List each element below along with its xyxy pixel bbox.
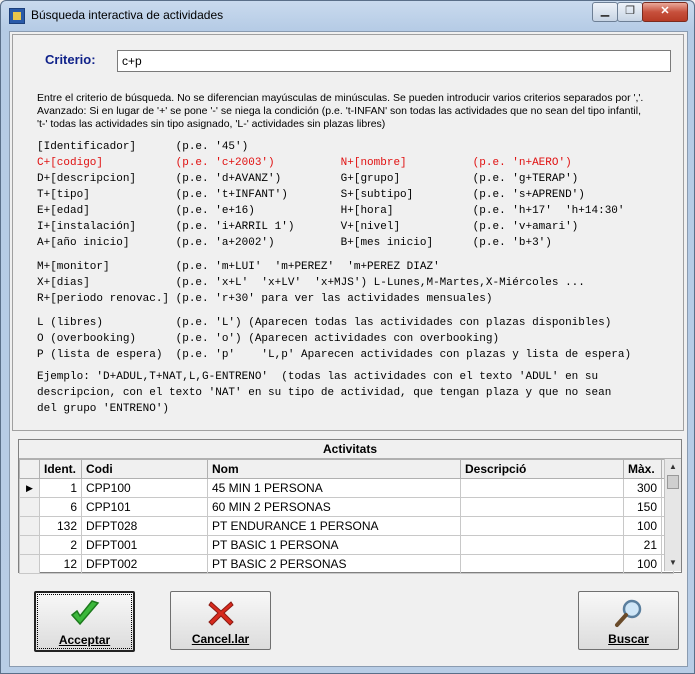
cell-max: 300 xyxy=(623,478,662,498)
code-line-libres: L (libres) (p.e. 'L') (Aparecen todas la… xyxy=(37,317,612,329)
grid-title: Activitats xyxy=(19,440,681,459)
app-icon xyxy=(9,8,25,24)
column-header-ident[interactable]: Ident. xyxy=(39,459,82,479)
title-bar[interactable]: Búsqueda interactiva de actividades ▁ ❐ … xyxy=(1,1,694,29)
table-row[interactable]: 6 CPP101 60 MIN 2 PERSONAS 150 xyxy=(19,497,675,517)
dialog-window: Búsqueda interactiva de actividades ▁ ❐ … xyxy=(0,0,695,674)
code-line-overbooking: O (overbooking) (p.e. 'o') (Aparecen act… xyxy=(37,333,500,345)
cell-nom: PT BASIC 1 PERSONA xyxy=(207,535,461,555)
search-button[interactable]: Buscar xyxy=(578,591,679,650)
scroll-thumb[interactable] xyxy=(667,475,679,489)
cancel-button-label: Cancel.lar xyxy=(191,632,250,646)
code-line-edad: E+[edad] (p.e. 'e+16) H+[hora] (p.e. 'h+… xyxy=(37,205,638,217)
scroll-down-arrow-icon[interactable]: ▼ xyxy=(665,555,681,571)
code-line-lista-espera: P (lista de espera) (p.e. 'p' 'L,p' Apar… xyxy=(37,349,632,361)
red-x-icon xyxy=(207,601,234,626)
search-button-label: Buscar xyxy=(608,632,649,646)
example-line: descripcion, con el texto 'NAT' en su ti… xyxy=(37,387,612,399)
cell-codi: DFPT002 xyxy=(81,554,208,574)
code-line-descripcion: D+[descripcion] (p.e. 'd+AVANZ') G+[grup… xyxy=(37,173,579,185)
code-line-ano-inicio: A+[año inicio] (p.e. 'a+2002') B+[mes in… xyxy=(37,237,552,249)
cell-descripcio xyxy=(460,516,624,536)
cancel-button[interactable]: Cancel.lar xyxy=(170,591,271,650)
criterio-label: Criterio: xyxy=(45,52,96,67)
table-row[interactable]: 12 DFPT002 PT BASIC 2 PERSONAS 100 xyxy=(19,554,675,574)
close-button[interactable]: ✕ xyxy=(642,2,688,22)
row-indicator xyxy=(19,535,40,555)
magnifier-icon xyxy=(614,599,641,627)
cell-descripcio xyxy=(460,535,624,555)
cell-descripcio xyxy=(460,497,624,517)
window-title: Búsqueda interactiva de actividades xyxy=(31,8,224,22)
table-row[interactable]: 132 DFPT028 PT ENDURANCE 1 PERSONA 100 xyxy=(19,516,675,536)
code-line-tipo: T+[tipo] (p.e. 't+INFANT') S+[subtipo] (… xyxy=(37,189,585,201)
grid-vertical-scrollbar[interactable]: ▲ ▼ xyxy=(664,459,681,571)
cell-nom: 60 MIN 2 PERSONAS xyxy=(207,497,461,517)
row-indicator xyxy=(19,554,40,574)
current-row-arrow-icon: ▶ xyxy=(19,478,40,498)
row-indicator xyxy=(19,497,40,517)
row-indicator-header xyxy=(19,459,40,479)
code-line-dias: X+[dias] (p.e. 'x+L' 'x+LV' 'x+MJS') L-L… xyxy=(37,277,585,289)
maximize-button[interactable]: ❐ xyxy=(617,2,643,22)
cell-descripcio xyxy=(460,554,624,574)
checkmark-icon xyxy=(70,600,99,626)
cell-descripcio xyxy=(460,478,624,498)
cell-ident: 1 xyxy=(39,478,82,498)
help-line: 't-' todas las actividades sin tipo asig… xyxy=(37,118,386,130)
code-line-instalacion: I+[instalación] (p.e. 'i+ARRIL 1') V+[ni… xyxy=(37,221,579,233)
cell-max: 150 xyxy=(623,497,662,517)
cell-max: 100 xyxy=(623,554,662,574)
cell-nom: PT BASIC 2 PERSONAS xyxy=(207,554,461,574)
cell-nom: PT ENDURANCE 1 PERSONA xyxy=(207,516,461,536)
criteria-panel: Criterio: c+p Entre el criterio de búsqu… xyxy=(12,34,684,431)
column-header-codi[interactable]: Codi xyxy=(81,459,208,479)
accept-button-label: Acceptar xyxy=(58,633,111,647)
example-line: del grupo 'ENTRENO') xyxy=(37,403,170,415)
criterio-input[interactable]: c+p xyxy=(117,50,671,72)
activities-table: Ident. Codi Nom Descripció Màx. I ▶ 1 CP… xyxy=(19,459,675,574)
column-header-max[interactable]: Màx. xyxy=(623,459,662,479)
accept-button[interactable]: Acceptar xyxy=(34,591,135,652)
cell-max: 100 xyxy=(623,516,662,536)
column-header-descripcio[interactable]: Descripció xyxy=(460,459,624,479)
dialog-client: Criterio: c+p Entre el criterio de búsqu… xyxy=(9,31,688,667)
column-header-nom[interactable]: Nom xyxy=(207,459,461,479)
cell-codi: DFPT028 xyxy=(81,516,208,536)
cell-max: 21 xyxy=(623,535,662,555)
minimize-button[interactable]: ▁ xyxy=(592,2,618,22)
cell-ident: 2 xyxy=(39,535,82,555)
table-header-row: Ident. Codi Nom Descripció Màx. I xyxy=(19,459,675,479)
table-row[interactable]: ▶ 1 CPP100 45 MIN 1 PERSONA 300 xyxy=(19,478,675,498)
code-line-identificador: [Identificador] (p.e. '45') xyxy=(37,141,249,153)
code-line-monitor: M+[monitor] (p.e. 'm+LUI' 'm+PEREZ' 'm+P… xyxy=(37,261,440,273)
help-line: Avanzado: Si en lugar de '+' se pone '-'… xyxy=(37,105,641,117)
cell-nom: 45 MIN 1 PERSONA xyxy=(207,478,461,498)
cell-codi: CPP100 xyxy=(81,478,208,498)
code-line-codigo: C+[codigo] (p.e. 'c+2003') N+[nombre] (p… xyxy=(37,157,572,169)
table-row[interactable]: 2 DFPT001 PT BASIC 1 PERSONA 21 xyxy=(19,535,675,555)
example-line: Ejemplo: 'D+ADUL,T+NAT,L,G-ENTRENO' (tod… xyxy=(37,371,599,383)
help-text: Entre el criterio de búsqueda. No se dif… xyxy=(37,92,677,131)
scroll-up-arrow-icon[interactable]: ▲ xyxy=(665,459,681,475)
cell-codi: CPP101 xyxy=(81,497,208,517)
activities-grid[interactable]: Activitats Ident. Codi Nom Descripció Mà… xyxy=(18,439,682,574)
cell-ident: 6 xyxy=(39,497,82,517)
cell-codi: DFPT001 xyxy=(81,535,208,555)
cell-ident: 132 xyxy=(39,516,82,536)
help-line: Entre el criterio de búsqueda. No se dif… xyxy=(37,92,644,104)
cell-ident: 12 xyxy=(39,554,82,574)
row-indicator xyxy=(19,516,40,536)
code-line-periodo: R+[periodo renovac.] (p.e. 'r+30' para v… xyxy=(37,293,493,305)
